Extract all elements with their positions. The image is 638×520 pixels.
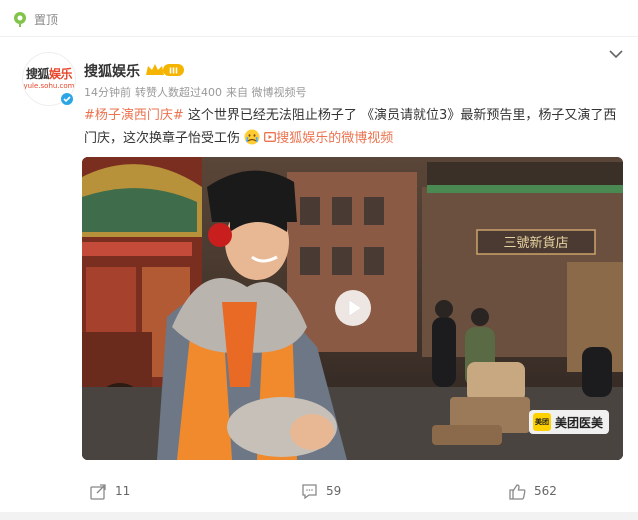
card-bottom-border [0, 512, 638, 520]
action-bar: 11 59 562 [0, 476, 638, 506]
avatar-brand: 搜狐娱乐 [25, 67, 73, 81]
video-player[interactable]: 三號新貨店 美团 美团医美 [82, 157, 623, 460]
verified-icon [60, 92, 74, 106]
avatar-domain: yule.sohu.com [23, 82, 75, 90]
repost-button[interactable]: 11 [90, 476, 130, 506]
like-button[interactable]: 562 [509, 476, 557, 506]
author-name[interactable]: 搜狐娱乐 [84, 61, 140, 81]
thumbs-up-icon [509, 483, 526, 500]
post-body: #杨子演西门庆# 这个世界已经无法阻止杨子了 《演员请就位3》最新预告里，杨子又… [84, 104, 624, 150]
header-divider [0, 36, 638, 37]
pinned-label: 置顶 [34, 12, 59, 27]
share-icon [90, 483, 106, 500]
video-link-label: 搜狐娱乐的微博视频 [276, 131, 394, 146]
svg-text:III: III [169, 67, 178, 76]
post-time[interactable]: 14分钟前 [84, 84, 131, 100]
chevron-down-icon[interactable] [609, 49, 623, 59]
comment-icon [302, 483, 317, 499]
repost-count: 11 [115, 484, 131, 498]
hashtag-link[interactable]: #杨子演西门庆# [84, 108, 184, 123]
sponsor-watermark: 美团 美团医美 [528, 410, 609, 434]
video-link[interactable]: 搜狐娱乐的微博视频 [264, 131, 393, 146]
comment-count: 59 [326, 484, 342, 498]
crying-face-icon [244, 129, 260, 145]
shop-sign: 三號新貨店 [503, 235, 568, 251]
repost-info: 转赞人数超过400 [135, 86, 222, 99]
post-source: 来自 微博视频号 [226, 86, 307, 99]
watermark-text: 美团医美 [554, 415, 603, 430]
post-meta: 14分钟前 转赞人数超过400 来自 微博视频号 [84, 84, 307, 100]
like-count: 562 [534, 484, 557, 498]
meituan-logo: 美团 [532, 413, 551, 431]
vip-crown-icon: III [146, 64, 184, 76]
pin-icon [14, 12, 26, 27]
pinned-indicator: 置顶 [12, 9, 58, 29]
comment-button[interactable]: 59 [301, 476, 341, 506]
video-link-icon [264, 132, 277, 142]
play-icon[interactable] [334, 289, 372, 327]
